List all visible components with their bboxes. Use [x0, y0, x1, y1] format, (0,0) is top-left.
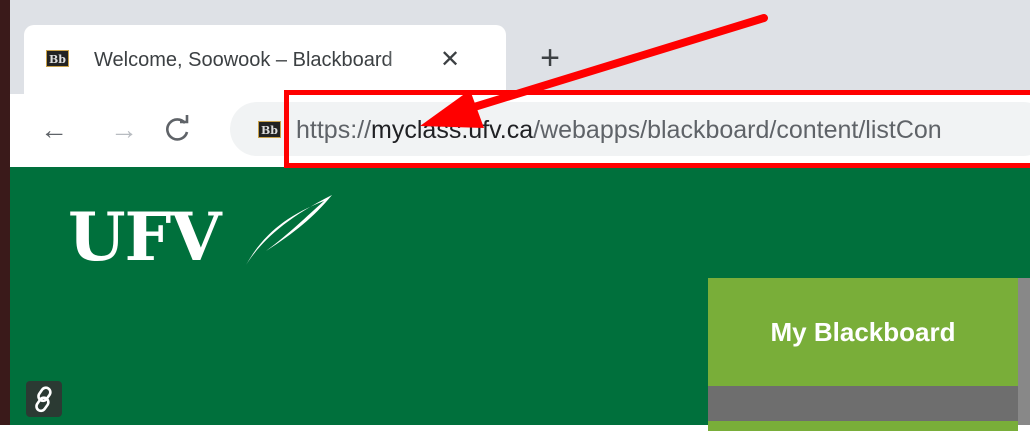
blackboard-favicon-icon: Bb: [258, 121, 281, 138]
close-tab-icon[interactable]: ✕: [436, 45, 464, 75]
new-tab-button[interactable]: +: [532, 40, 568, 76]
window-edge: [0, 0, 10, 425]
logo-wordmark: UFV: [68, 198, 222, 276]
reload-icon: [166, 115, 189, 141]
forward-button[interactable]: →: [106, 112, 142, 148]
link-icon[interactable]: [26, 381, 62, 417]
page-header: UFV My Blackboard: [10, 167, 1030, 431]
ufv-logo[interactable]: UFV: [68, 189, 338, 284]
tab-title: Welcome, Soowook – Blackboard: [94, 49, 393, 71]
my-blackboard-button[interactable]: My Blackboard: [708, 278, 1018, 386]
nav-divider: [708, 386, 1018, 421]
chain-link-icon: [35, 386, 52, 413]
back-button[interactable]: ←: [36, 112, 72, 148]
nav-next-item[interactable]: [708, 421, 1018, 431]
url-highlight-annotation: [284, 90, 1030, 168]
nav-edge: [1018, 278, 1030, 425]
leaf-icon: [246, 195, 332, 265]
blackboard-favicon-icon: Bb: [46, 50, 69, 67]
browser-tab[interactable]: Bb Welcome, Soowook – Blackboard ✕: [24, 25, 506, 94]
reload-button[interactable]: [160, 112, 196, 148]
